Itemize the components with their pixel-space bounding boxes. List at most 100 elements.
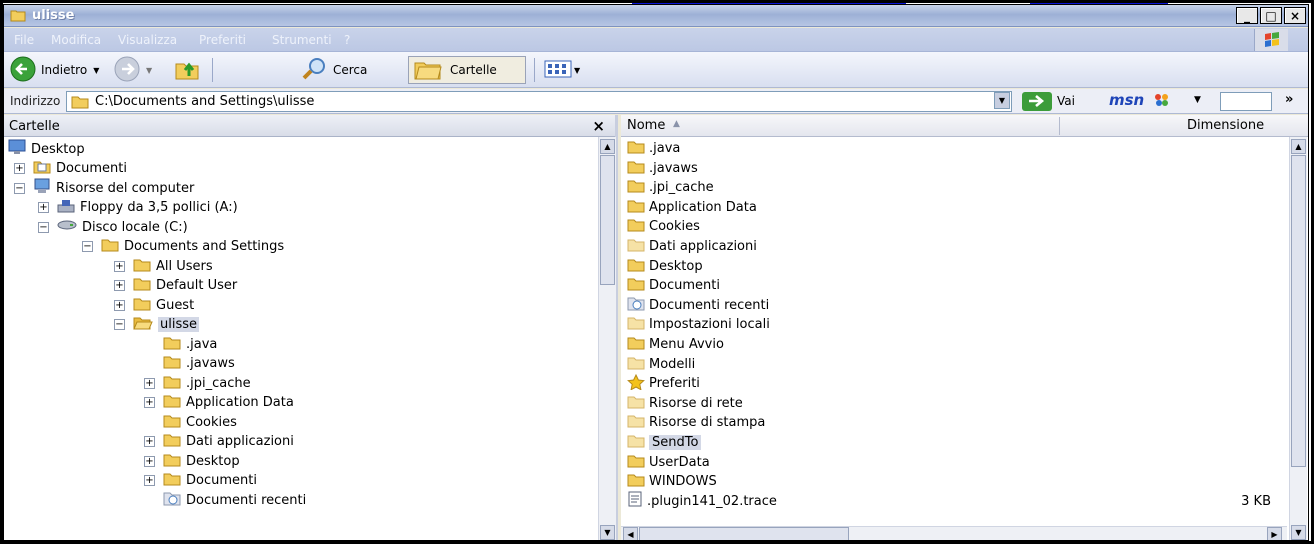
file-list-item[interactable]: Documenti xyxy=(627,276,720,295)
menu-help[interactable]: ? xyxy=(344,33,350,47)
expand-icon[interactable]: + xyxy=(114,260,125,272)
menu-visualizza[interactable]: Visualizza xyxy=(118,33,177,47)
tree-item[interactable]: + Documenti xyxy=(14,159,127,179)
views-dropdown-icon[interactable]: ▼ xyxy=(574,66,580,75)
tree-item[interactable]: Cookies xyxy=(144,412,237,432)
expand-icon[interactable]: + xyxy=(144,397,155,408)
tree-item[interactable]: .javaws xyxy=(144,354,235,374)
scroll-down-icon[interactable]: ▼ xyxy=(600,525,615,540)
file-list-item[interactable]: Risorse di rete xyxy=(627,394,743,413)
tree-item[interactable]: + Desktop xyxy=(144,451,240,471)
file-list-item[interactable]: SendTo xyxy=(627,433,702,452)
scroll-up-icon[interactable]: ▲ xyxy=(600,139,615,154)
file-list-item[interactable]: UserData xyxy=(627,453,710,472)
tree-item[interactable]: + Dati applicazioni xyxy=(144,432,294,452)
tree-item[interactable]: + Documenti xyxy=(144,471,257,491)
tree-item[interactable]: − Documents and Settings xyxy=(82,237,284,257)
tree-item[interactable]: − ulisse xyxy=(114,315,200,335)
expand-icon[interactable]: + xyxy=(144,455,155,467)
file-list-item[interactable]: Cookies xyxy=(627,217,700,236)
msn-logo[interactable]: msn xyxy=(1109,91,1144,109)
file-list-item[interactable]: Preferiti xyxy=(627,373,700,393)
tree-item[interactable]: + .jpi_cache xyxy=(144,373,251,393)
file-list-horizontal-scrollbar[interactable]: ◀ ▶ xyxy=(621,526,1287,540)
horizontal-scroll-thumb[interactable] xyxy=(639,527,849,540)
tree-item-label: Documents and Settings xyxy=(124,239,285,254)
file-list-item[interactable]: .plugin141_02.trace xyxy=(627,491,777,511)
expand-icon[interactable]: + xyxy=(14,163,25,174)
scroll-thumb[interactable] xyxy=(600,155,615,285)
file-list-item[interactable]: Menu Avvio xyxy=(627,335,724,354)
msn-search-input[interactable] xyxy=(1220,92,1272,111)
address-input[interactable]: C:\Documents and Settings\ulisse xyxy=(66,91,1012,112)
up-folder-button[interactable] xyxy=(174,56,200,84)
column-name-header[interactable]: Nome xyxy=(627,118,665,133)
file-list-item[interactable]: Documenti recenti xyxy=(627,296,769,315)
tree-item[interactable]: − Risorse del computer xyxy=(14,178,194,198)
scroll-right-icon[interactable]: ▶ xyxy=(1267,527,1282,540)
title-bar[interactable]: ulisse _ □ × xyxy=(4,5,1308,27)
tree-item[interactable]: + Default User xyxy=(114,276,237,296)
file-list-item[interactable]: .javaws xyxy=(627,159,698,178)
file-list-item[interactable]: .jpi_cache xyxy=(627,178,714,197)
hidden-folder-icon xyxy=(627,237,645,256)
file-list-item[interactable]: Desktop xyxy=(627,257,703,276)
maximize-button[interactable]: □ xyxy=(1260,7,1282,24)
search-button[interactable]: Cerca xyxy=(300,56,367,84)
recent-documents-icon xyxy=(163,490,181,510)
tree-item[interactable]: − Disco locale (C:) xyxy=(38,217,188,237)
scroll-down-icon[interactable]: ▼ xyxy=(1291,525,1306,540)
collapse-icon[interactable]: − xyxy=(14,182,25,194)
close-pane-icon[interactable]: × xyxy=(592,117,605,135)
address-dropdown-icon[interactable]: ▼ xyxy=(994,92,1010,109)
tree-item[interactable]: + Application Data xyxy=(144,393,294,413)
collapse-icon[interactable]: − xyxy=(82,241,93,252)
go-label[interactable]: Vai xyxy=(1057,94,1075,108)
minimize-button[interactable]: _ xyxy=(1236,7,1258,24)
close-button[interactable]: × xyxy=(1284,7,1306,24)
tree-item[interactable]: + Floppy da 3,5 pollici (A:) xyxy=(38,198,238,218)
menu-strumenti[interactable]: Strumenti xyxy=(272,33,332,47)
tree-item[interactable]: Desktop xyxy=(8,139,85,159)
tree-item[interactable]: + All Users xyxy=(114,256,213,276)
back-button[interactable]: Indietro ▼ xyxy=(10,56,99,84)
expand-icon[interactable]: + xyxy=(38,202,49,213)
file-list-scrollbar[interactable]: ▲ ▼ xyxy=(1289,137,1307,540)
tree-item[interactable]: .java xyxy=(144,334,217,354)
forward-dropdown-icon[interactable]: ▼ xyxy=(146,66,152,75)
scroll-thumb[interactable] xyxy=(1291,155,1306,467)
msn-dropdown-icon[interactable]: ▼ xyxy=(1194,95,1201,105)
collapse-icon[interactable]: − xyxy=(114,319,125,330)
tree-item[interactable]: Documenti recenti xyxy=(144,490,306,510)
file-list-item[interactable]: Dati applicazioni xyxy=(627,237,757,256)
folders-scrollbar[interactable]: ▲ ▼ xyxy=(598,137,616,540)
more-chevron-icon[interactable]: » xyxy=(1285,92,1293,107)
file-name: Cookies xyxy=(649,219,700,235)
menu-modifica[interactable]: Modifica xyxy=(51,33,101,47)
file-name: .java xyxy=(649,141,681,156)
collapse-icon[interactable]: − xyxy=(38,221,49,233)
file-list-item[interactable]: WINDOWS xyxy=(627,472,717,491)
expand-icon[interactable]: + xyxy=(114,299,125,311)
menu-preferiti[interactable]: Preferiti xyxy=(199,33,246,47)
file-list-item[interactable]: .java xyxy=(627,139,680,158)
scroll-left-icon[interactable]: ◀ xyxy=(623,527,638,540)
views-button[interactable]: ▼ xyxy=(542,56,580,84)
column-size-header[interactable]: Dimensione xyxy=(1187,118,1264,133)
expand-icon[interactable]: + xyxy=(144,475,155,486)
file-list-item[interactable]: Impostazioni locali xyxy=(627,315,770,334)
tree-item[interactable]: + Guest xyxy=(114,295,194,315)
go-arrow-icon[interactable] xyxy=(1022,92,1052,111)
expand-icon[interactable]: + xyxy=(114,280,125,291)
menu-file[interactable]: File xyxy=(14,33,34,47)
expand-icon[interactable]: + xyxy=(144,436,155,447)
scroll-up-icon[interactable]: ▲ xyxy=(1291,139,1306,154)
expand-icon[interactable]: + xyxy=(144,377,155,389)
file-list-item[interactable]: Risorse di stampa xyxy=(627,413,765,432)
file-list-item[interactable]: Modelli xyxy=(627,355,695,374)
forward-button[interactable]: ▼ xyxy=(114,56,152,84)
back-dropdown-icon[interactable]: ▼ xyxy=(93,66,99,75)
column-divider[interactable] xyxy=(1059,117,1060,135)
file-list-item[interactable]: Application Data xyxy=(627,198,757,217)
folders-button[interactable]: Cartelle xyxy=(408,56,526,84)
